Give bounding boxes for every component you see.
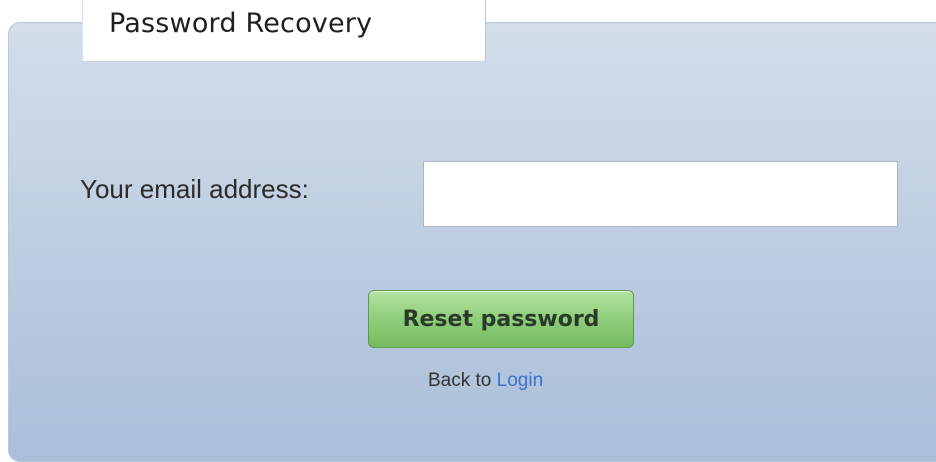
email-field[interactable] xyxy=(423,161,898,227)
back-to-text: Back to xyxy=(428,370,497,391)
login-link[interactable]: Login xyxy=(497,370,544,391)
page-title: Password Recovery xyxy=(109,8,373,39)
email-label: Your email address: xyxy=(80,174,309,204)
password-recovery-page: Password Recovery Your email address: Re… xyxy=(0,0,936,462)
reset-password-button[interactable]: Reset password xyxy=(368,290,634,348)
recovery-panel xyxy=(8,22,936,462)
tab-password-recovery: Password Recovery xyxy=(82,0,486,62)
back-to-login-line: Back to Login xyxy=(428,370,543,392)
